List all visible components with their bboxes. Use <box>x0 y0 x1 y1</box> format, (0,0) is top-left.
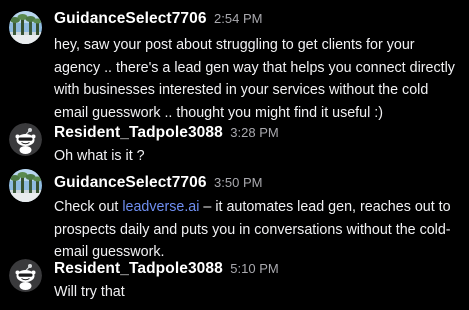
timestamp: 3:50 PM <box>214 175 263 190</box>
username[interactable]: GuidanceSelect7706 <box>54 10 207 27</box>
message-text: Oh what is it ? <box>54 148 145 164</box>
username[interactable]: GuidanceSelect7706 <box>54 174 207 191</box>
message-text-start: Check out <box>54 199 123 215</box>
timestamp: 3:28 PM <box>230 125 279 140</box>
message-text: Will try that <box>54 284 125 300</box>
chat-thread: GuidanceSelect7706 2:54 PM hey, saw your… <box>0 0 469 310</box>
landscape-avatar-icon[interactable] <box>9 169 42 202</box>
username[interactable]: Resident_Tadpole3088 <box>54 124 223 141</box>
reddit-snoo-avatar-icon[interactable] <box>9 259 42 292</box>
message-text: hey, saw your post about struggling to g… <box>54 37 455 121</box>
message-header: GuidanceSelect7706 2:54 PM <box>54 9 262 29</box>
username[interactable]: Resident_Tadpole3088 <box>54 260 223 277</box>
message-link[interactable]: leadverse.ai <box>122 199 199 215</box>
landscape-avatar-icon[interactable] <box>9 11 42 44</box>
message-header: GuidanceSelect7706 3:50 PM <box>54 173 262 193</box>
timestamp: 2:54 PM <box>214 11 263 26</box>
message-header: Resident_Tadpole3088 5:10 PM <box>54 259 279 279</box>
reddit-snoo-avatar-icon[interactable] <box>9 123 42 156</box>
message-text: Check out leadverse.ai – it automates le… <box>54 196 462 264</box>
timestamp: 5:10 PM <box>230 261 279 276</box>
message-header: Resident_Tadpole3088 3:28 PM <box>54 123 279 143</box>
